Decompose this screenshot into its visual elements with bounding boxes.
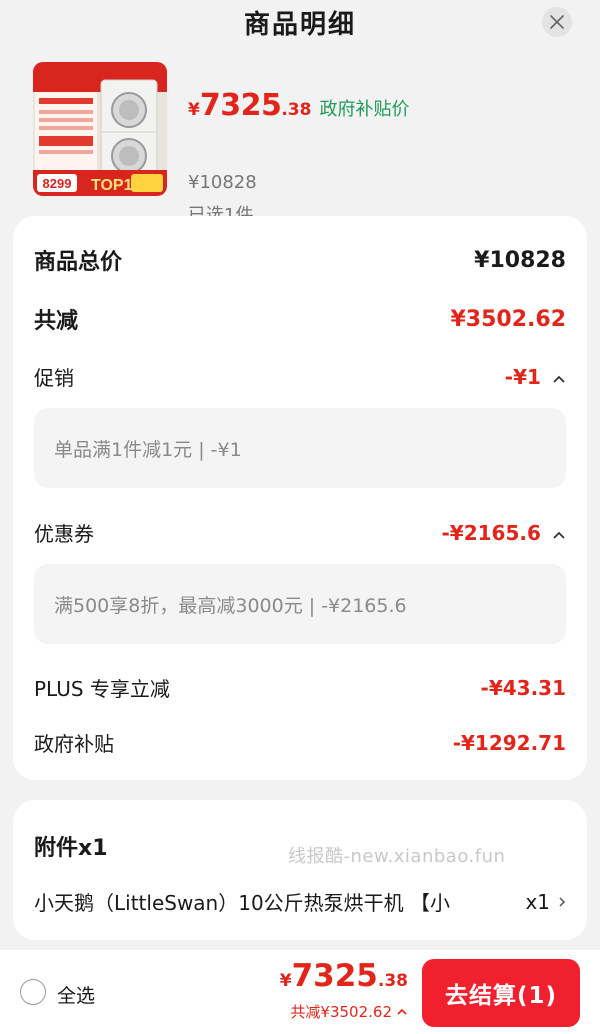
total-price: ¥ 7325 .38 <box>280 958 408 994</box>
page-title: 商品明细 <box>243 10 356 40</box>
accessory-item-qty-wrap: x1 <box>525 890 566 914</box>
gov-subsidy-label: 政府补贴 <box>34 732 114 756</box>
close-button[interactable] <box>542 7 572 37</box>
total-row: 商品总价 ¥10828 <box>34 244 566 276</box>
plus-label: PLUS 专享立减 <box>34 677 170 701</box>
select-all-label[interactable]: 全选 <box>57 981 95 1008</box>
chevron-right-icon <box>559 896 566 907</box>
total-integer: 7325 <box>291 958 378 994</box>
promo-value: -¥1 <box>504 364 541 389</box>
accessory-title: 附件x1 <box>34 836 108 861</box>
product-summary: 8299 TOP1 ¥ 7325 .38 政府补贴价 ¥10828 已选1件 <box>0 46 600 226</box>
currency-symbol: ¥ <box>188 100 200 120</box>
plus-value: -¥43.31 <box>480 675 566 700</box>
total-currency: ¥ <box>279 971 292 991</box>
promo-label: 促销 <box>34 366 74 390</box>
product-image-art: 8299 TOP1 <box>33 62 167 196</box>
checkout-bar: 全选 ¥ 7325 .38 共减¥3502.62 去结算(1) <box>0 950 600 1034</box>
reduce-label: 共减 <box>34 309 79 334</box>
subsidy-tag: 政府补贴价 <box>319 99 410 120</box>
chevron-up-icon <box>397 1008 407 1015</box>
coupon-label: 优惠券 <box>34 522 94 546</box>
coupon-value: -¥2165.6 <box>441 520 541 545</box>
promo-toggle[interactable]: -¥1 <box>505 365 566 389</box>
chevron-up-icon <box>553 375 565 383</box>
watermark: 线报酷-new.xianbao.fun <box>288 846 506 867</box>
total-decimal: .38 <box>377 971 408 991</box>
gov-subsidy-row: 政府补贴 -¥1292.71 <box>34 728 566 757</box>
reduce-value: ¥3502.62 <box>450 306 566 332</box>
plus-row: PLUS 专享立减 -¥43.31 <box>34 673 566 702</box>
current-price: ¥ 7325 .38 政府补贴价 <box>188 88 409 123</box>
select-all-radio[interactable] <box>20 979 46 1005</box>
total-discount-toggle[interactable]: 共减¥3502.62 <box>290 1001 408 1022</box>
total-label: 商品总价 <box>34 250 123 275</box>
original-price: ¥10828 <box>188 172 257 193</box>
chevron-up-icon <box>553 531 565 539</box>
price-integer: 7325 <box>199 88 282 123</box>
coupon-row[interactable]: 优惠券 -¥2165.6 <box>34 518 566 547</box>
accessory-item[interactable]: 小天鹅（LittleSwan）10公斤热泵烘干机 【小 x1 <box>34 887 566 916</box>
gov-subsidy-value: -¥1292.71 <box>452 730 566 755</box>
close-icon <box>550 15 564 29</box>
promo-detail: 单品满1件减1元 | -¥1 <box>34 408 566 488</box>
modal-header: 商品明细 <box>0 0 600 46</box>
accessory-item-name: 小天鹅（LittleSwan）10公斤热泵烘干机 【小 <box>34 891 451 915</box>
checkout-button[interactable]: 去结算(1) <box>422 959 580 1027</box>
promo-row[interactable]: 促销 -¥1 <box>34 362 566 391</box>
total-value: ¥10828 <box>474 247 566 273</box>
accessory-card: 附件x1 线报酷-new.xianbao.fun 小天鹅（LittleSwan）… <box>13 800 587 940</box>
product-image[interactable]: 8299 TOP1 <box>33 62 167 196</box>
coupon-toggle[interactable]: -¥2165.6 <box>442 521 567 545</box>
image-price-text: 8299 <box>43 176 72 191</box>
coupon-detail: 满500享8折，最高减3000元 | -¥2165.6 <box>34 564 566 644</box>
accessory-item-qty: x1 <box>525 889 550 914</box>
price-breakdown-card: 商品总价 ¥10828 共减 ¥3502.62 促销 -¥1 单品满1件减1元 … <box>13 216 587 780</box>
reduce-row: 共减 ¥3502.62 <box>34 303 566 335</box>
image-rank-badge: TOP1 <box>91 177 133 194</box>
total-discount: 共减¥3502.62 <box>290 1003 392 1021</box>
price-decimal: .38 <box>281 100 312 120</box>
